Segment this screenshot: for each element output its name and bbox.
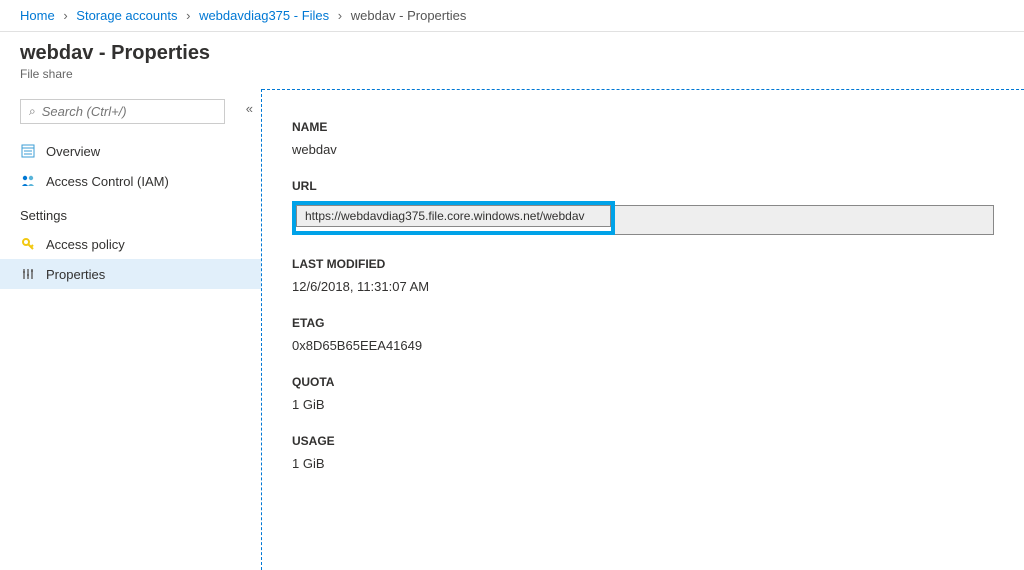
breadcrumb-sep: › [186, 8, 190, 23]
iam-icon [20, 173, 36, 189]
breadcrumb: Home › Storage accounts › webdavdiag375 … [0, 0, 1024, 32]
sidebar-item-label: Access Control (IAM) [46, 174, 169, 189]
sidebar: « ⌕ Overview Access Control (IAM) Settin… [0, 89, 262, 570]
prop-usage-value: 1 GiB [292, 456, 994, 471]
prop-url-input[interactable] [296, 205, 611, 227]
sidebar-item-overview[interactable]: Overview [0, 136, 261, 166]
sidebar-item-label: Properties [46, 267, 105, 282]
search-box[interactable]: ⌕ [20, 99, 225, 124]
prop-lastmod-value: 12/6/2018, 11:31:07 AM [292, 279, 994, 294]
url-highlight-box [292, 201, 615, 235]
prop-lastmod-label: LAST MODIFIED [292, 257, 994, 271]
sidebar-item-access-policy[interactable]: Access policy [0, 229, 261, 259]
url-field-extension [615, 205, 994, 235]
breadcrumb-home[interactable]: Home [20, 8, 55, 23]
sidebar-item-label: Access policy [46, 237, 125, 252]
page-subtitle: File share [20, 67, 1004, 81]
sidebar-item-label: Overview [46, 144, 100, 159]
search-input[interactable] [42, 104, 216, 119]
prop-etag-value: 0x8D65B65EEA41649 [292, 338, 994, 353]
page-header: webdav - Properties File share [0, 32, 1024, 89]
sidebar-item-properties[interactable]: Properties [0, 259, 261, 289]
prop-etag-label: ETAG [292, 316, 994, 330]
breadcrumb-sep: › [338, 8, 342, 23]
sidebar-item-iam[interactable]: Access Control (IAM) [0, 166, 261, 196]
prop-name-label: NAME [292, 120, 994, 134]
prop-url-label: URL [292, 179, 994, 193]
breadcrumb-storage-accounts[interactable]: Storage accounts [76, 8, 177, 23]
main-panel: NAME webdav URL LAST MODIFIED 12/6/2018,… [262, 89, 1024, 570]
breadcrumb-sep: › [63, 8, 67, 23]
prop-quota-value: 1 GiB [292, 397, 994, 412]
breadcrumb-current: webdav - Properties [351, 8, 467, 23]
prop-quota-label: QUOTA [292, 375, 994, 389]
properties-icon [20, 266, 36, 282]
prop-name-value: webdav [292, 142, 994, 157]
page-title: webdav - Properties [20, 42, 1004, 65]
search-icon: ⌕ [29, 104, 36, 119]
sidebar-section-settings: Settings [0, 196, 261, 229]
collapse-chevron-icon[interactable]: « [246, 101, 253, 116]
breadcrumb-webdavdiag375-files[interactable]: webdavdiag375 - Files [199, 8, 329, 23]
key-icon [20, 236, 36, 252]
overview-icon [20, 143, 36, 159]
prop-usage-label: USAGE [292, 434, 994, 448]
